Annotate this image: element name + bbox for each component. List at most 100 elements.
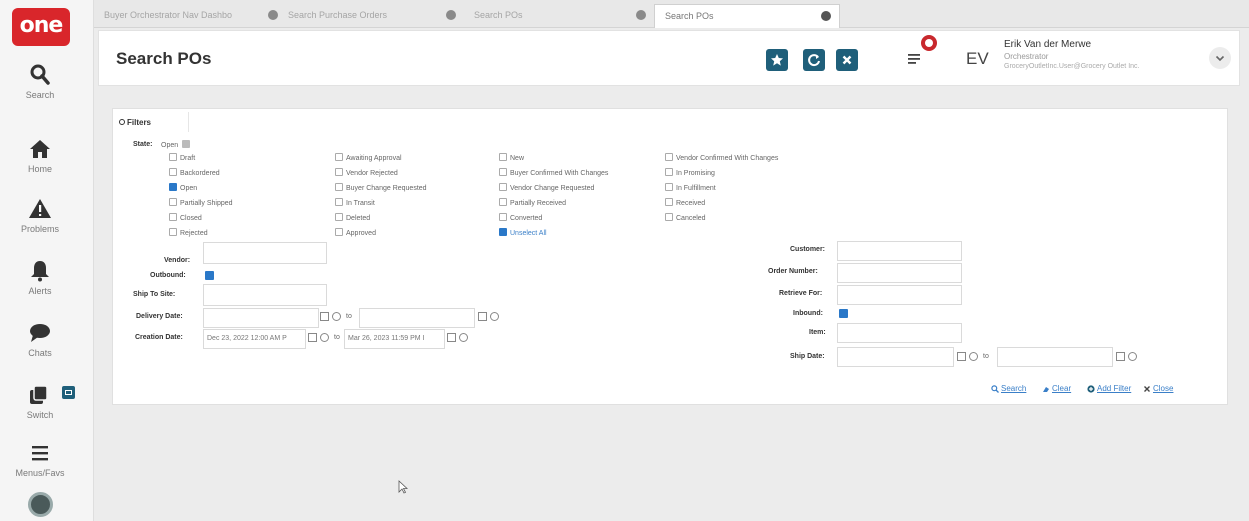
tab-search-purchase-orders[interactable]: Search Purchase Orders <box>278 4 456 28</box>
state-option-draft[interactable]: Draft <box>169 153 195 163</box>
clock-icon[interactable] <box>320 333 329 342</box>
state-option-vendor-change-requested[interactable]: Vendor Change Requested <box>499 183 594 193</box>
checkbox[interactable] <box>169 228 177 236</box>
checkbox[interactable] <box>499 168 507 176</box>
sidebar-item-chats[interactable]: Chats <box>0 320 80 358</box>
item-input[interactable] <box>837 323 962 343</box>
checkbox[interactable] <box>335 168 343 176</box>
delivery-date-from-input[interactable] <box>203 308 319 328</box>
unselect-all-toggle[interactable]: Unselect All <box>499 228 547 238</box>
state-option-partially-shipped[interactable]: Partially Shipped <box>169 198 233 208</box>
ship-to-site-input[interactable] <box>203 284 327 306</box>
refresh-button[interactable] <box>803 49 825 71</box>
user-avatar[interactable]: EV <box>966 49 989 69</box>
close-action-link[interactable]: Close <box>1153 384 1173 393</box>
state-option-vendor-confirmed-with-changes[interactable]: Vendor Confirmed With Changes <box>665 153 778 163</box>
tab-buyer-orchestrator-dashboard[interactable]: Buyer Orchestrator Nav Dashbo <box>94 4 278 28</box>
clear-action-link[interactable]: Clear <box>1052 384 1071 393</box>
state-option-in-fulfillment[interactable]: In Fulfillment <box>665 183 716 193</box>
checkbox-checked[interactable] <box>499 228 507 236</box>
checkbox[interactable] <box>169 153 177 161</box>
state-option-in-transit[interactable]: In Transit <box>335 198 375 208</box>
search-action-link[interactable]: Search <box>1001 384 1026 393</box>
clock-icon[interactable] <box>969 352 978 361</box>
state-option-closed[interactable]: Closed <box>169 213 202 223</box>
checkbox[interactable] <box>335 153 343 161</box>
outbound-checkbox[interactable] <box>205 271 214 280</box>
profile-avatar[interactable] <box>28 492 53 517</box>
close-icon[interactable] <box>636 10 646 20</box>
checkbox[interactable] <box>169 168 177 176</box>
clock-icon[interactable] <box>490 312 499 321</box>
state-option-partially-received[interactable]: Partially Received <box>499 198 566 208</box>
sidebar-item-alerts[interactable]: Alerts <box>0 258 80 296</box>
checkbox[interactable] <box>499 213 507 221</box>
notification-badge-icon[interactable] <box>921 35 937 51</box>
state-option-backordered[interactable]: Backordered <box>169 168 220 178</box>
creation-date-from-input[interactable]: Dec 23, 2022 12:00 AM P <box>203 329 306 349</box>
vendor-input[interactable] <box>203 242 327 264</box>
close-icon[interactable] <box>446 10 456 20</box>
sidebar-item-home[interactable]: Home <box>0 136 80 174</box>
state-option-rejected[interactable]: Rejected <box>169 228 208 238</box>
state-option-deleted[interactable]: Deleted <box>335 213 370 223</box>
ship-date-from-input[interactable] <box>837 347 954 367</box>
delivery-date-to-input[interactable] <box>359 308 475 328</box>
checkbox[interactable] <box>335 183 343 191</box>
sidebar-item-search[interactable]: Search <box>0 62 80 100</box>
sidebar-item-menus-favs[interactable]: Menus/Favs <box>0 440 80 478</box>
calendar-icon[interactable] <box>308 333 317 342</box>
checkbox[interactable] <box>665 198 673 206</box>
clock-icon[interactable] <box>459 333 468 342</box>
checkbox[interactable] <box>665 153 673 161</box>
state-option-converted[interactable]: Converted <box>499 213 542 223</box>
calendar-icon[interactable] <box>957 352 966 361</box>
state-option-new[interactable]: New <box>499 153 524 163</box>
order-number-input[interactable] <box>837 263 962 283</box>
clock-icon[interactable] <box>1128 352 1137 361</box>
calendar-icon[interactable] <box>320 312 329 321</box>
checkbox[interactable] <box>665 183 673 191</box>
state-option-in-promising[interactable]: In Promising <box>665 168 715 178</box>
checkbox-checked[interactable] <box>169 183 177 191</box>
add-filter-action-link[interactable]: Add Filter <box>1097 384 1131 393</box>
customer-input[interactable] <box>837 241 962 261</box>
inbound-checkbox[interactable] <box>839 309 848 318</box>
checkbox[interactable] <box>499 198 507 206</box>
ship-date-to-input[interactable] <box>997 347 1113 367</box>
state-option-buyer-change-requested[interactable]: Buyer Change Requested <box>335 183 427 193</box>
state-option-vendor-rejected[interactable]: Vendor Rejected <box>335 168 398 178</box>
remove-chip-icon[interactable] <box>182 140 191 148</box>
close-icon[interactable] <box>268 10 278 20</box>
close-page-button[interactable] <box>836 49 858 71</box>
checkbox[interactable] <box>499 183 507 191</box>
calendar-icon[interactable] <box>447 333 456 342</box>
calendar-icon[interactable] <box>478 312 487 321</box>
checkbox[interactable] <box>335 198 343 206</box>
state-option-canceled[interactable]: Canceled <box>665 213 706 223</box>
sidebar-item-problems[interactable]: Problems <box>0 196 80 234</box>
state-option-approved[interactable]: Approved <box>335 228 376 238</box>
checkbox[interactable] <box>499 153 507 161</box>
calendar-icon[interactable] <box>1116 352 1125 361</box>
checkbox[interactable] <box>335 228 343 236</box>
retrieve-for-input[interactable] <box>837 285 962 305</box>
checkbox[interactable] <box>335 213 343 221</box>
checkbox[interactable] <box>169 213 177 221</box>
list-menu-icon[interactable] <box>907 51 921 65</box>
tab-search-pos-1[interactable]: Search POs <box>464 4 646 28</box>
favorite-button[interactable] <box>766 49 788 71</box>
state-option-awaiting-approval[interactable]: Awaiting Approval <box>335 153 402 163</box>
one-logo[interactable]: one <box>12 8 70 46</box>
state-selected-chip[interactable]: Open <box>161 140 191 150</box>
close-icon[interactable] <box>821 11 831 21</box>
state-option-open[interactable]: Open <box>169 183 197 193</box>
creation-date-to-input[interactable]: Mar 26, 2023 11:59 PM I <box>344 329 445 349</box>
checkbox[interactable] <box>665 168 673 176</box>
filters-tab[interactable]: Filters <box>113 112 189 132</box>
checkbox[interactable] <box>169 198 177 206</box>
clock-icon[interactable] <box>332 312 341 321</box>
tab-search-pos-active[interactable]: Search POs <box>654 4 840 28</box>
state-option-buyer-confirmed-with-changes[interactable]: Buyer Confirmed With Changes <box>499 168 608 178</box>
state-option-received[interactable]: Received <box>665 198 705 208</box>
